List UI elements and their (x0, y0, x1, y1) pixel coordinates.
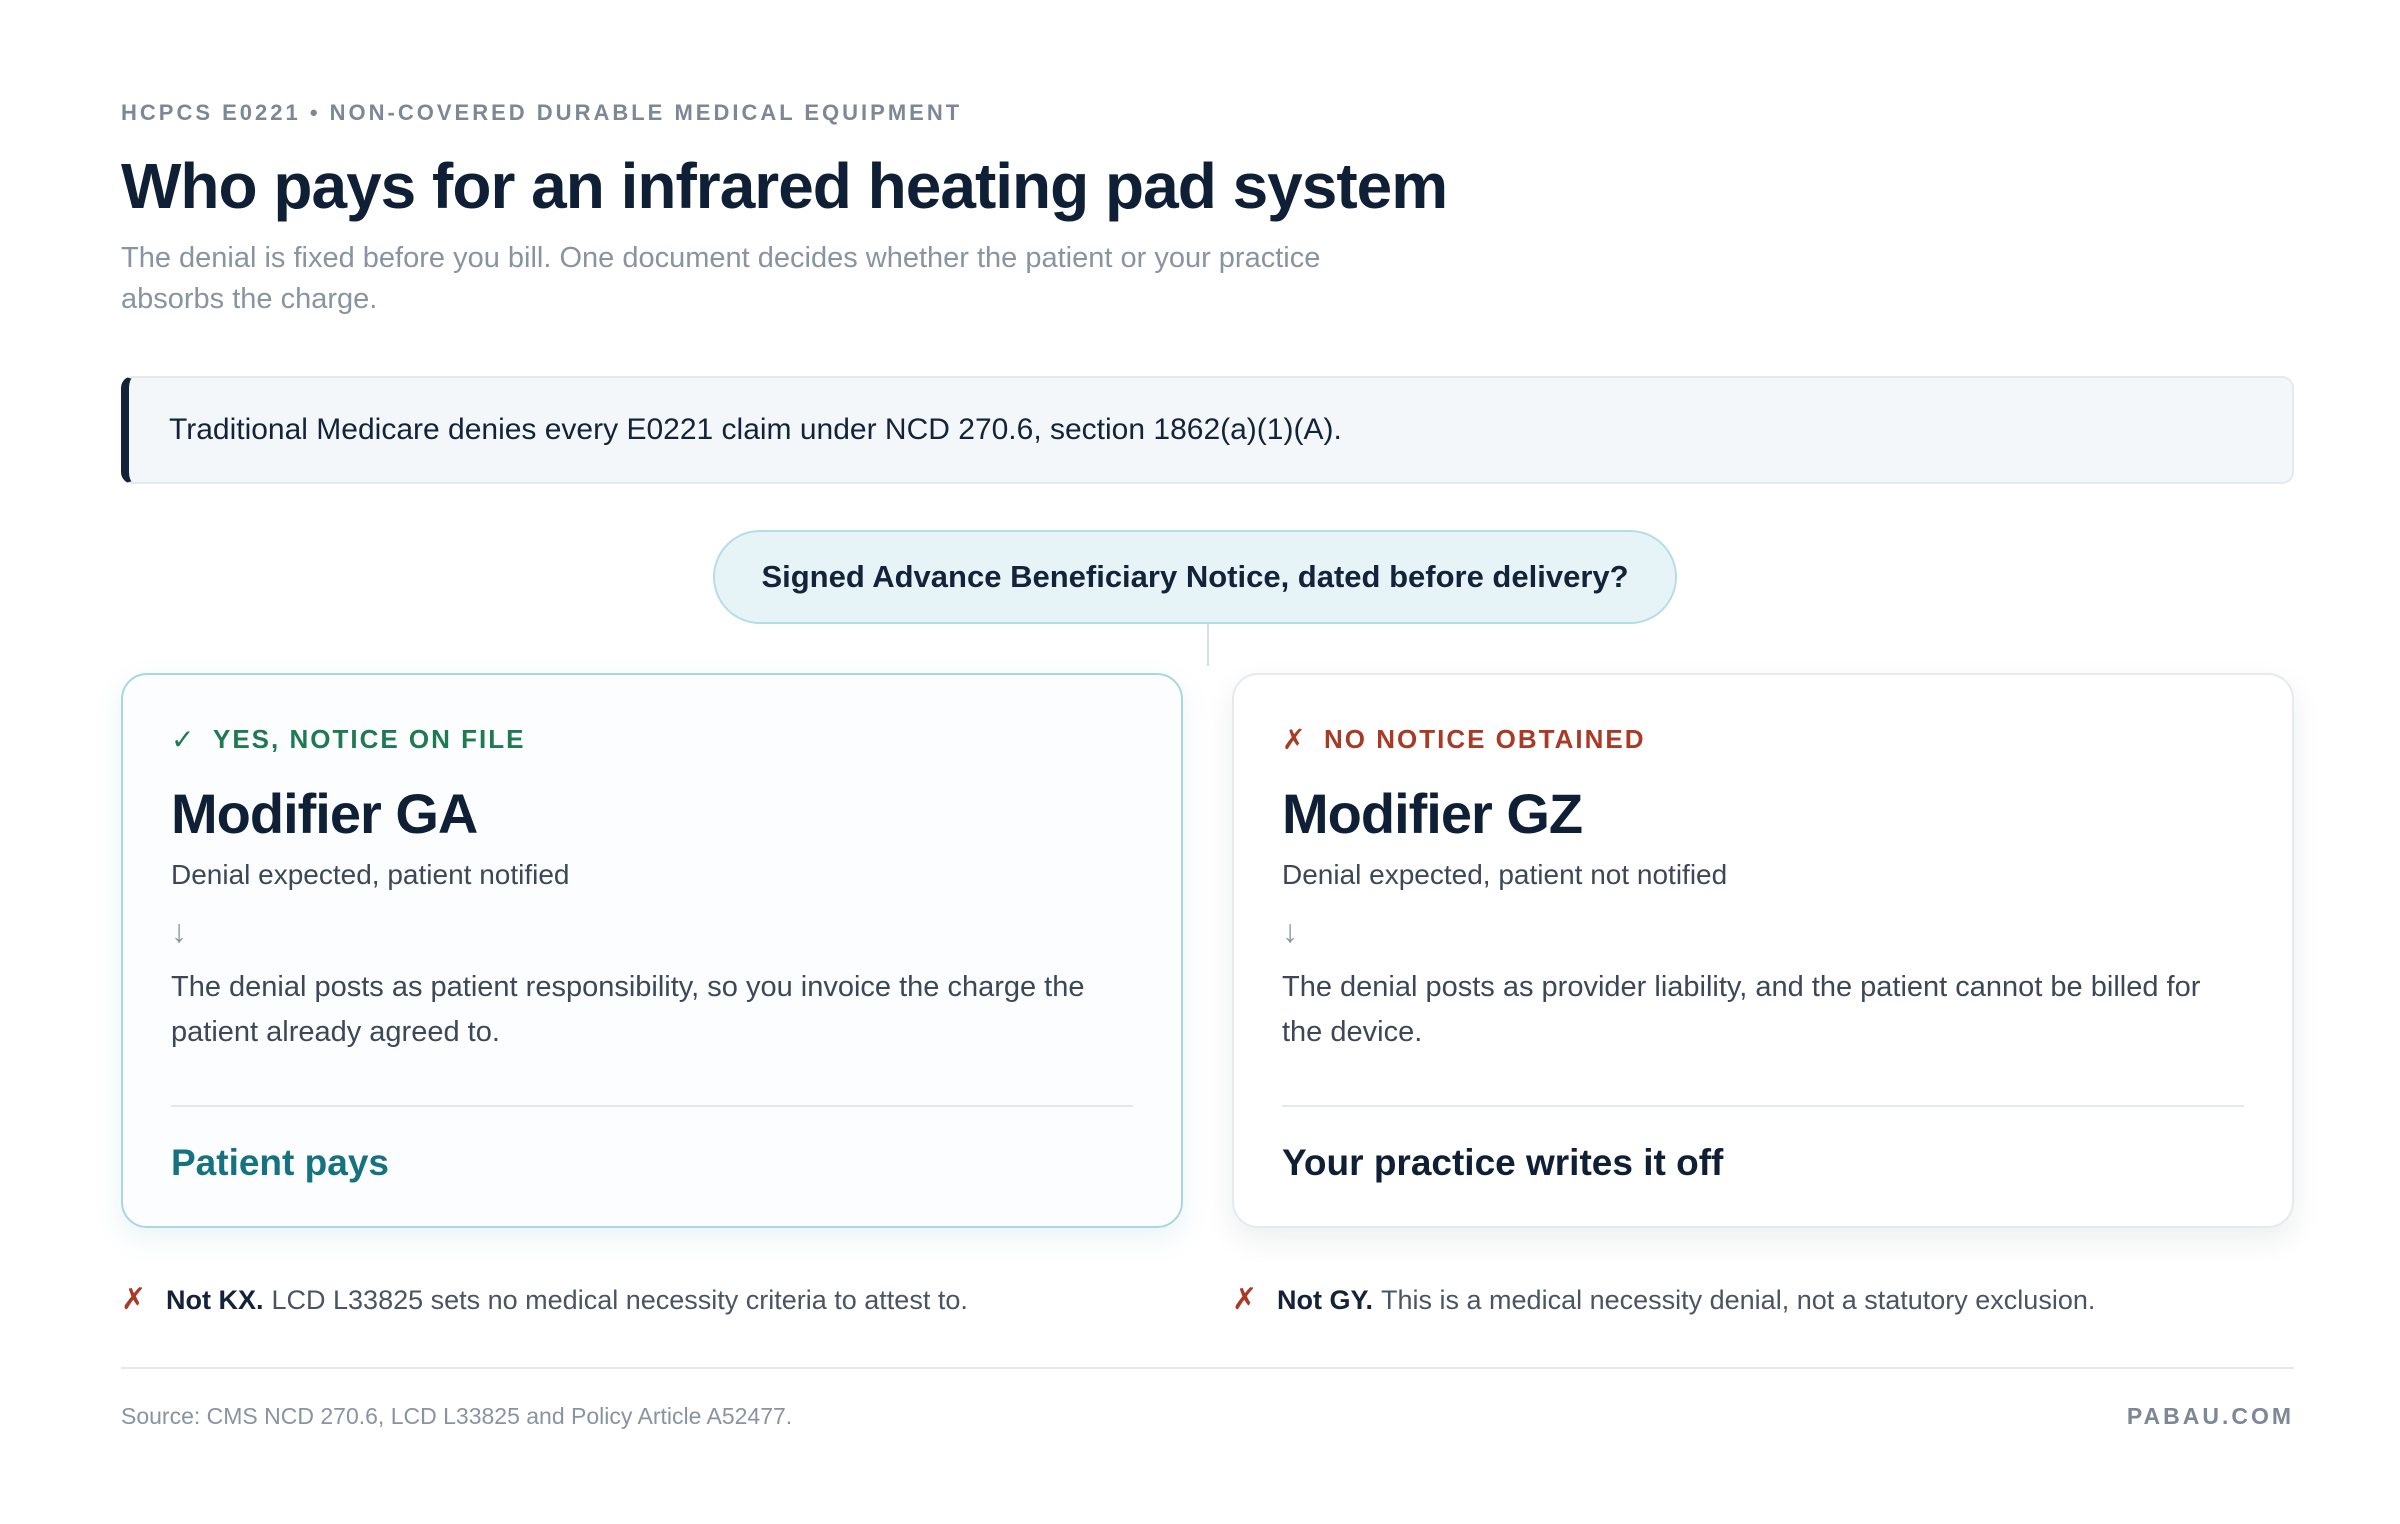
footer-divider (121, 1367, 2294, 1369)
branch-modifier: Modifier GZ (1282, 782, 1583, 845)
arrow-down-icon: ↓ (171, 913, 187, 949)
branch-description: The denial posts as provider liability, … (1282, 971, 2201, 1048)
branch-description: The denial posts as patient responsibili… (171, 971, 1085, 1048)
cross-icon: ✗ (121, 1283, 147, 1316)
branch-meaning: Denial expected, patient not notified (1282, 859, 1728, 890)
branch-status-label: NO NOTICE OBTAINED (1324, 723, 1646, 754)
rule-text: Traditional Medicare denies every E0221 … (169, 413, 1342, 446)
eyebrow-label: HCPCS E0221 • NON-COVERED DURABLE MEDICA… (121, 100, 963, 125)
cross-icon: ✗ (1232, 1283, 1258, 1316)
branch-card-gz: ✗ NO NOTICE OBTAINED Modifier GZ Denial … (1232, 673, 2294, 1228)
infographic: HCPCS E0221 • NON-COVERED DURABLE MEDICA… (121, 0, 2294, 1524)
arrow-down-icon: ↓ (1282, 913, 1298, 949)
branch-outcome: Patient pays (171, 1142, 389, 1183)
divider (1282, 1105, 2244, 1107)
connector-line (1207, 624, 1209, 666)
note-label: Not KX. (166, 1285, 264, 1315)
decision-question: Signed Advance Beneficiary Notice, dated… (713, 530, 1677, 624)
divider (171, 1105, 1133, 1107)
branch-status-ga: ✓ YES, NOTICE ON FILE (171, 719, 1133, 759)
branch-outcome: Your practice writes it off (1282, 1142, 1724, 1183)
branch-status-label: YES, NOTICE ON FILE (213, 723, 526, 754)
source-citation: Source: CMS NCD 270.6, LCD L33825 and Po… (121, 1403, 793, 1429)
note-not-gy: ✗ Not GY. This is a medical necessity de… (1232, 1282, 2095, 1318)
cross-icon: ✗ (1282, 723, 1308, 755)
branch-status-gz: ✗ NO NOTICE OBTAINED (1282, 719, 2244, 759)
branch-modifier: Modifier GA (171, 782, 478, 845)
note-label: Not GY. (1277, 1285, 1374, 1315)
brand-label: PABAU.COM (2126, 1403, 2294, 1429)
check-icon: ✓ (171, 723, 197, 755)
note-not-kx: ✗ Not KX. LCD L33825 sets no medical nec… (121, 1282, 968, 1318)
decision-question-text: Signed Advance Beneficiary Notice, dated… (761, 559, 1629, 594)
page-subtitle: The denial is fixed before you bill. One… (121, 242, 1321, 315)
page-title: Who pays for an infrared heating pad sys… (121, 150, 1448, 222)
rule-banner: Traditional Medicare denies every E0221 … (121, 376, 2294, 484)
note-text: This is a medical necessity denial, not … (1381, 1285, 2096, 1315)
branch-card-ga: ✓ YES, NOTICE ON FILE Modifier GA Denial… (121, 673, 1183, 1228)
branch-meaning: Denial expected, patient notified (171, 859, 570, 890)
note-text: LCD L33825 sets no medical necessity cri… (271, 1285, 968, 1315)
